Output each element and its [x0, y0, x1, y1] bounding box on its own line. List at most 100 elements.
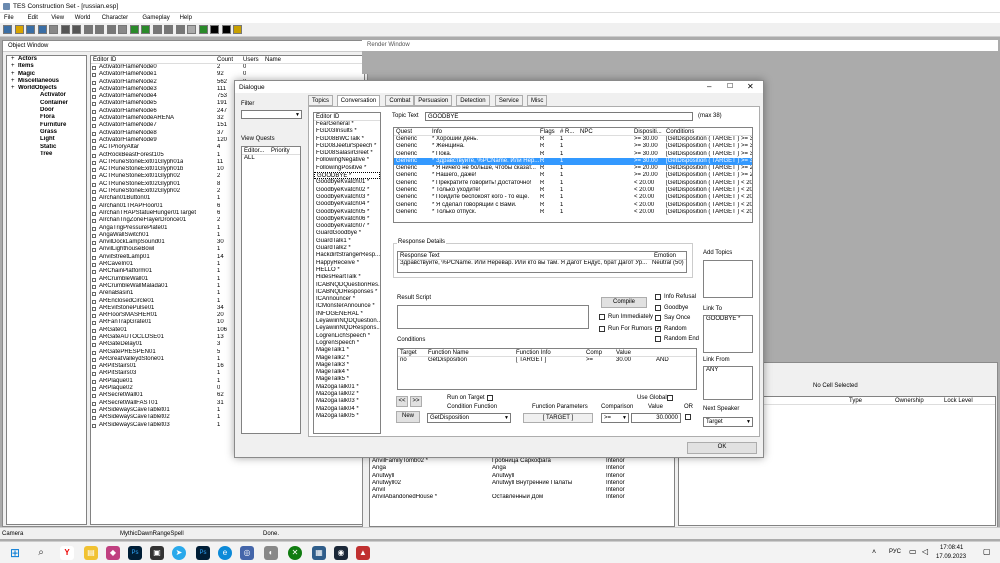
condition-col-1[interactable]: Function Name	[428, 349, 469, 356]
search-icon[interactable]	[221, 25, 231, 34]
object-list-col-3[interactable]: Name	[265, 56, 281, 63]
topic-item[interactable]: MageTalk5 *	[314, 376, 380, 383]
cell-list-col-3[interactable]: Lock Level	[944, 397, 973, 404]
tree-item-worldobjects[interactable]: + WorldObjects	[7, 85, 86, 92]
light-icon[interactable]	[187, 25, 196, 34]
info-row[interactable]: Generic * Здравствуйте, %PCName. Или Нер.…	[394, 157, 752, 166]
save-all-icon[interactable]	[37, 25, 47, 34]
object-list-col-1[interactable]: Count	[217, 56, 233, 63]
topic-item[interactable]: GuardTalk2 *	[314, 245, 380, 252]
app-icon-dark[interactable]: ▣	[150, 546, 164, 560]
gear-icon[interactable]	[118, 25, 127, 34]
info-col-1[interactable]: Info	[432, 128, 442, 135]
file-explorer-icon[interactable]: ▤	[84, 546, 98, 560]
topic-item[interactable]: MazogaTalk04 *	[314, 406, 380, 413]
tree-expand-icon[interactable]: +	[11, 56, 16, 63]
topic-item[interactable]: GOODBYE *	[314, 172, 380, 180]
topic-item[interactable]: MageTalk4 *	[314, 369, 380, 376]
topic-item[interactable]: MageTalk1 *	[314, 347, 380, 354]
topic-item[interactable]: MageTalk3 *	[314, 362, 380, 369]
landscape-icon[interactable]	[141, 25, 150, 34]
list-item[interactable]: AnvilAbandonedHouse * Оставленный Дом Inte…	[370, 494, 674, 501]
condition-row[interactable]: no GetDisposition [ TARGET ] >= 30.00 AND	[398, 357, 696, 364]
topic-item[interactable]: HackdirtStrangerResp...	[314, 252, 380, 259]
info-row[interactable]: Generic * Я ничего не больше, чтобы сказа…	[394, 165, 752, 172]
new-icon[interactable]	[3, 25, 12, 34]
zoom-icon[interactable]	[210, 25, 219, 34]
list-item[interactable]: Anutwyll Anutwyll Interior	[370, 473, 674, 480]
tree-expand-icon[interactable]: +	[11, 63, 16, 70]
topic-item[interactable]: GoodbyeKvatch02 *	[314, 187, 380, 194]
condition-col-4[interactable]: Value	[616, 349, 631, 356]
value-field[interactable]: 30.0000	[631, 413, 681, 423]
topic-text-field[interactable]: GOODBYE	[425, 112, 693, 121]
tree-item-actors[interactable]: + Actors	[7, 56, 86, 63]
tab-service[interactable]: Service	[494, 95, 523, 106]
menu-item-help[interactable]: Help	[180, 15, 192, 21]
prev-condition-button[interactable]: <<	[396, 396, 408, 407]
cell-list-col-1[interactable]: Type	[849, 397, 862, 404]
cut-icon[interactable]	[83, 25, 93, 34]
next-speaker-select[interactable]: Target ▼	[703, 417, 753, 427]
filter-dropdown[interactable]: ▼	[241, 110, 302, 119]
telegram-icon[interactable]: ➤	[172, 546, 186, 560]
tab-combat[interactable]: Combat	[385, 95, 415, 106]
close-button[interactable]: ✕	[747, 82, 754, 91]
cell-list-col-2[interactable]: Ownership	[895, 397, 924, 404]
topic-item[interactable]: INFOGENERAL *	[314, 311, 380, 318]
save-icon[interactable]	[26, 25, 35, 34]
info-refusal-checkbox[interactable]	[655, 294, 661, 300]
topic-item[interactable]: ICAnnouncer *	[314, 296, 380, 303]
tree-item-furniture[interactable]: Furniture	[7, 122, 86, 129]
info-col-6[interactable]: Conditions	[666, 128, 694, 135]
topic-item[interactable]: FearGeneral *	[314, 121, 380, 128]
condition-col-2[interactable]: Function Info	[516, 349, 551, 356]
photoshop-icon-2[interactable]: Ps	[196, 546, 210, 560]
info-row[interactable]: Generic * Женщина. R 1 >= 30.00 [GetDispositi…	[394, 143, 752, 150]
menu-item-world[interactable]: World	[75, 15, 91, 21]
tree-expand-icon[interactable]: +	[11, 85, 16, 92]
pencil-icon[interactable]	[233, 25, 242, 34]
tree-item-miscellaneous[interactable]: + Miscellaneous	[7, 78, 86, 85]
list-item[interactable]: Anutwyll02 Anutwyll Внутренние Палаты Inte…	[370, 480, 674, 487]
run-on-target-checkbox[interactable]	[487, 395, 493, 401]
topic-item[interactable]: HappyReceive *	[314, 260, 380, 267]
app-icon-red[interactable]: ▲	[356, 546, 370, 560]
info-col-0[interactable]: Quest	[396, 128, 412, 135]
topic-item[interactable]: ICABNQDResponses *	[314, 289, 380, 296]
compile-button[interactable]: Compile	[601, 297, 647, 308]
tree-item-door[interactable]: Door	[7, 107, 86, 114]
copy-icon[interactable]	[95, 25, 104, 34]
quest-item[interactable]: ALL	[242, 155, 300, 162]
tree-item-items[interactable]: + Items	[7, 63, 86, 70]
menu-item-gameplay[interactable]: Gameplay	[142, 15, 169, 21]
list-item[interactable]: Anga Anga Interior	[370, 465, 674, 472]
search-icon[interactable]: ⌕	[34, 546, 48, 560]
topic-item[interactable]: HELLO *	[314, 267, 380, 274]
object-list-col-0[interactable]: Editor ID	[93, 56, 116, 63]
info-col-5[interactable]: Dispositi...	[634, 128, 662, 135]
clock-time[interactable]: 17:08:41	[940, 545, 963, 551]
photoshop-icon[interactable]: Ps	[128, 546, 142, 560]
redo-icon[interactable]	[72, 25, 81, 34]
or-checkbox[interactable]	[685, 414, 691, 420]
function-params-button[interactable]: [ TARGET ]	[523, 413, 593, 423]
topic-item[interactable]: MazogaTalk01 *	[314, 384, 380, 391]
yandex-browser-icon[interactable]: Y	[60, 546, 74, 560]
menu-item-file[interactable]: File	[4, 15, 14, 21]
topic-item[interactable]: GoodbyeKvatch05 *	[314, 209, 380, 216]
preferences-icon[interactable]	[49, 25, 58, 34]
random-checkbox[interactable]: ✓	[655, 325, 661, 332]
tree-item-flora[interactable]: Flora	[7, 114, 86, 121]
minimize-button[interactable]: –	[707, 82, 711, 91]
input-language[interactable]: РУС	[889, 549, 901, 555]
table-row[interactable]: ActivatorFlameNode1 92 0	[91, 71, 364, 78]
construction-set-icon[interactable]: ▦	[312, 546, 326, 560]
use-global-checkbox[interactable]	[667, 395, 673, 401]
notification-icon[interactable]: ▢	[983, 547, 991, 556]
topic-item[interactable]: LogrenSpeech *	[314, 340, 380, 347]
condition-col-3[interactable]: Comp	[586, 349, 602, 356]
topic-item[interactable]: FGD08SalasirGreet *	[314, 150, 380, 157]
clock-date[interactable]: 17.09.2023	[936, 554, 966, 560]
pathgrid-icon[interactable]	[175, 25, 185, 34]
